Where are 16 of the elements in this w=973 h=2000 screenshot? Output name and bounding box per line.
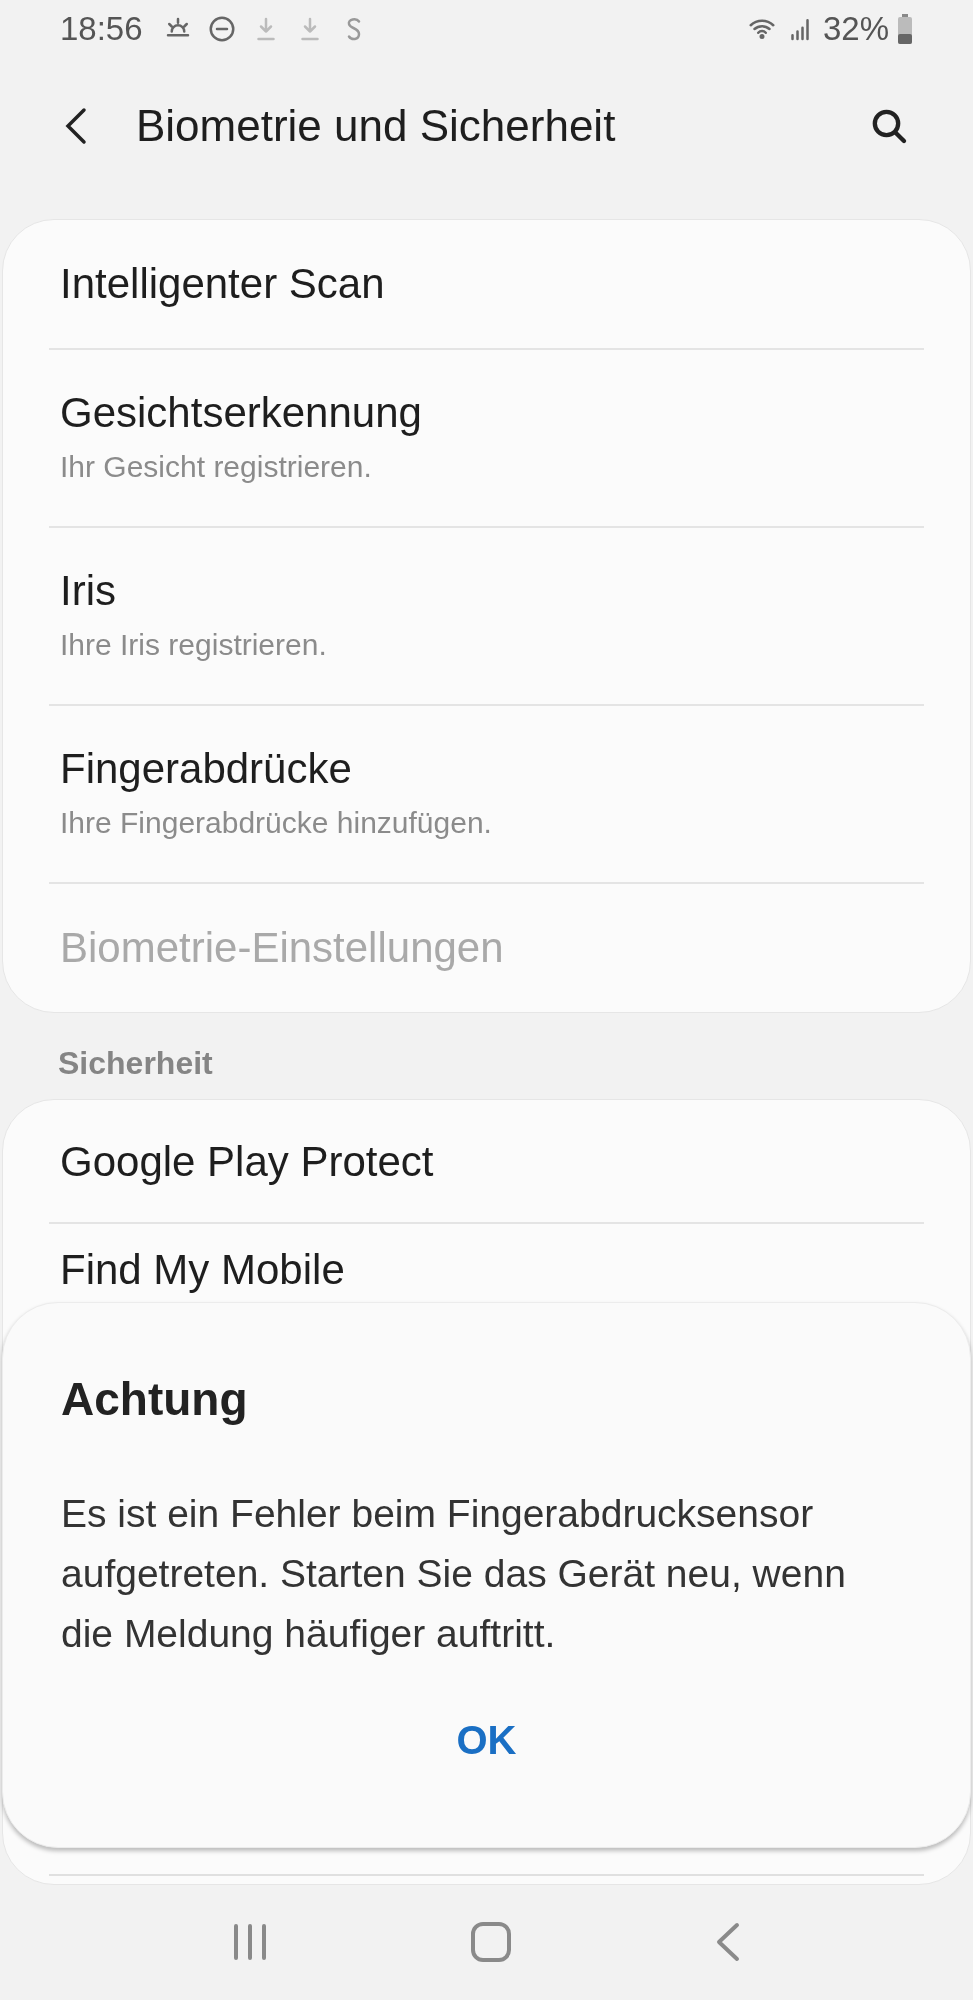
home-icon[interactable] xyxy=(471,1922,512,1962)
status-time: 18:56 xyxy=(60,9,143,50)
section-heading: Sicherheit xyxy=(58,1045,213,1081)
settings-item[interactable]: Intelligenter Scan xyxy=(49,220,924,348)
recent-apps-icon[interactable] xyxy=(231,1923,268,1961)
settings-item[interactable]: Iris Ihre Iris registrieren. xyxy=(49,528,924,704)
settings-item[interactable]: Gesichtserkennung Ihr Gesicht registrieren. xyxy=(49,350,924,526)
settings-item[interactable]: Fingerabdrücke Ihre Fingerabdrücke hinzufügen. xyxy=(49,706,924,882)
page-title: Biometrie und Sicherheit xyxy=(136,100,617,152)
battery-percent: 32% xyxy=(822,9,889,50)
dialog-message: Es ist ein Fehler beim Fingerabdrucksensor aufgetreten. Starten Sie das Gerät neu, wenn die Meldung häufiger auftritt. xyxy=(61,1491,847,1657)
battery-icon xyxy=(897,14,913,44)
dialog-title: Achtung xyxy=(61,1372,249,1427)
ok-button[interactable]: OK xyxy=(436,1704,537,1776)
back-icon[interactable] xyxy=(715,1922,742,1962)
settings-item[interactable]: Google Play Protect xyxy=(49,1100,924,1222)
